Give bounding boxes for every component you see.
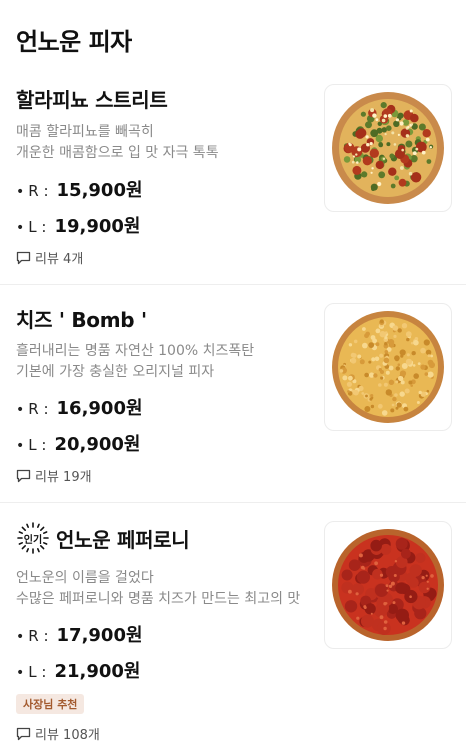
pizza-illustration: [332, 92, 444, 204]
price-bullet: •: [16, 184, 25, 200]
price-regular: • R : 16,900원: [16, 394, 143, 420]
price-amount: 17,900원: [56, 625, 143, 646]
menu-item-name-row: 치즈 ' Bomb ': [16, 304, 147, 333]
price-bullet: •: [16, 402, 25, 418]
price-amount: 20,900원: [54, 434, 141, 455]
owner-recommend-badge: 사장님 추천: [16, 694, 85, 714]
price-amount: 21,900원: [54, 661, 141, 682]
divider: [0, 502, 466, 503]
price-size-label: L :: [28, 436, 47, 454]
price-size-label: R :: [28, 182, 49, 200]
price-large: • L : 19,900원: [16, 212, 140, 238]
price-bullet: •: [16, 665, 25, 681]
description-line: 기본에 가장 충실한 오리지널 피자: [16, 364, 215, 380]
description-line: 수많은 페퍼로니와 명품 치즈가 만드는 최고의 맛: [16, 591, 301, 607]
price-size-label: L :: [28, 663, 47, 681]
comment-icon: [16, 469, 31, 482]
menu-page: 언노운 피자 할라피뇨 스트리트 매콤 할라피뇨를 빼곡히 개운한 매콤함으로 …: [0, 0, 466, 755]
review-count[interactable]: 리뷰 4개: [16, 248, 83, 267]
menu-item-description: 매콤 할라피뇨를 빼곡히 개운한 매콤함으로 입 맛 자극 톡톡: [16, 122, 311, 164]
review-label: 리뷰 108개: [35, 728, 100, 743]
review-count[interactable]: 리뷰 108개: [16, 724, 100, 743]
price-regular: • R : 17,900원: [16, 621, 143, 647]
review-count[interactable]: 리뷰 19개: [16, 466, 92, 485]
menu-item-name: 치즈 ' Bomb ': [16, 308, 147, 332]
comment-icon: [16, 251, 31, 264]
review-label: 리뷰 4개: [35, 252, 84, 267]
menu-item-name-row: 할라피뇨 스트리트: [16, 84, 168, 113]
description-line: 언노운의 이름을 걸었다: [16, 570, 154, 586]
price-size-label: R :: [28, 627, 49, 645]
price-size-label: R :: [28, 400, 49, 418]
description-line: 매콤 할라피뇨를 빼곡히: [16, 124, 154, 140]
price-bullet: •: [16, 438, 25, 454]
menu-item-name: 할라피뇨 스트리트: [16, 88, 168, 112]
menu-item-name-row: 인기 언노운 페퍼로니: [16, 521, 190, 555]
description-line: 흘러내리는 명품 자연산 100% 치즈폭탄: [16, 343, 255, 359]
menu-item-description: 언노운의 이름을 걸었다 수많은 페퍼로니와 명품 치즈가 만드는 최고의 맛: [16, 568, 311, 610]
description-line: 개운한 매콤함으로 입 맛 자극 톡톡: [16, 145, 219, 161]
menu-item-description: 흘러내리는 명품 자연산 100% 치즈폭탄 기본에 가장 충실한 오리지널 피…: [16, 341, 311, 383]
price-bullet: •: [16, 629, 25, 645]
price-regular: • R : 15,900원: [16, 176, 143, 202]
popular-badge-icon: 인기: [16, 521, 50, 555]
price-size-label: L :: [28, 218, 47, 236]
review-label: 리뷰 19개: [35, 470, 92, 485]
jalapeno-pizza-image[interactable]: [324, 84, 452, 212]
price-large: • L : 21,900원: [16, 657, 140, 683]
price-amount: 16,900원: [56, 398, 143, 419]
price-amount: 19,900원: [54, 216, 141, 237]
section-title: 언노운 피자: [16, 28, 132, 56]
price-bullet: •: [16, 220, 25, 236]
comment-icon: [16, 727, 31, 740]
pizza-illustration: [332, 311, 444, 423]
pizza-illustration: [332, 529, 444, 641]
price-amount: 15,900원: [56, 180, 143, 201]
price-large: • L : 20,900원: [16, 430, 140, 456]
popular-label: 인기: [23, 534, 43, 546]
menu-item-name: 언노운 페퍼로니: [56, 527, 190, 552]
cheese-pizza-image[interactable]: [324, 303, 452, 431]
divider: [0, 284, 466, 285]
pepperoni-pizza-image[interactable]: [324, 521, 452, 649]
